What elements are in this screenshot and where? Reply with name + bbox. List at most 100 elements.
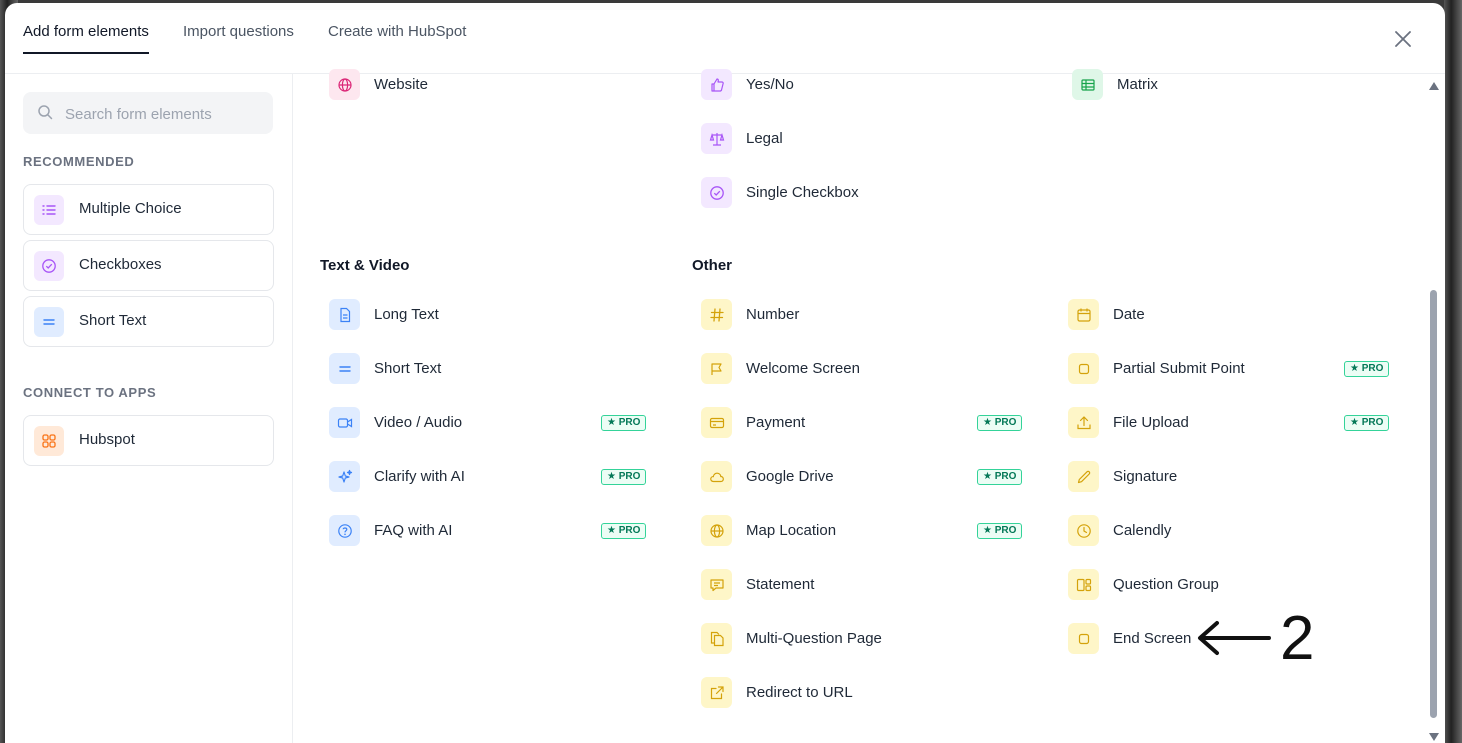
annotation-number: 2 bbox=[1280, 604, 1315, 673]
globe-icon bbox=[329, 69, 360, 100]
element-date[interactable]: Date bbox=[1068, 297, 1398, 333]
tab-add-form-elements[interactable]: Add form elements bbox=[23, 23, 149, 54]
element-label: Partial Submit Point bbox=[1113, 360, 1245, 377]
clock-icon bbox=[1068, 515, 1099, 546]
element-question-group[interactable]: Question Group bbox=[1068, 567, 1398, 603]
credit-card-icon bbox=[701, 407, 732, 438]
recommended-label: Checkboxes bbox=[79, 256, 162, 273]
pencil-icon bbox=[1068, 461, 1099, 492]
app-hubspot[interactable]: Hubspot bbox=[23, 415, 274, 466]
element-legal[interactable]: Legal bbox=[701, 121, 1031, 157]
element-file-upload[interactable]: File Upload ★ PRO bbox=[1068, 405, 1398, 441]
element-google-drive[interactable]: Google Drive ★ PRO bbox=[701, 459, 1031, 495]
element-map-location[interactable]: Map Location ★ PRO bbox=[701, 513, 1031, 549]
element-statement[interactable]: Statement bbox=[701, 567, 1031, 603]
element-number[interactable]: Number bbox=[701, 297, 1031, 333]
element-label: Multi-Question Page bbox=[746, 630, 882, 647]
element-calendly[interactable]: Calendly bbox=[1068, 513, 1398, 549]
pro-badge: ★ PRO bbox=[1344, 361, 1390, 377]
element-welcome-screen[interactable]: Welcome Screen bbox=[701, 351, 1031, 387]
speech-bubble-icon bbox=[701, 569, 732, 600]
recommended-short-text[interactable]: Short Text bbox=[23, 296, 274, 347]
hash-icon bbox=[701, 299, 732, 330]
element-label: Long Text bbox=[374, 306, 439, 323]
background-edge-right bbox=[1444, 0, 1462, 743]
element-website[interactable]: Website bbox=[329, 67, 649, 103]
element-label: Matrix bbox=[1117, 76, 1158, 93]
element-short-text[interactable]: Short Text bbox=[329, 351, 649, 387]
sparkles-icon bbox=[329, 461, 360, 492]
element-label: File Upload bbox=[1113, 414, 1189, 431]
square-icon bbox=[1068, 353, 1099, 384]
pro-badge: ★ PRO bbox=[601, 415, 647, 431]
pages-icon bbox=[701, 623, 732, 654]
group-title-other: Other bbox=[692, 257, 733, 274]
element-label: Redirect to URL bbox=[746, 684, 853, 701]
video-icon bbox=[329, 407, 360, 438]
element-yes-no[interactable]: Yes/No bbox=[701, 67, 1031, 103]
element-redirect-to-url[interactable]: Redirect to URL bbox=[701, 675, 1031, 711]
element-faq-with-ai[interactable]: FAQ with AI ★ PRO bbox=[329, 513, 649, 549]
annotation-arrow bbox=[1198, 621, 1271, 655]
search-box bbox=[23, 92, 273, 136]
element-label: Yes/No bbox=[746, 76, 794, 93]
list-icon bbox=[34, 195, 64, 225]
element-payment[interactable]: Payment ★ PRO bbox=[701, 405, 1031, 441]
sidebar: RECOMMENDED Multiple Choice Checkboxes S… bbox=[5, 74, 293, 743]
globe-icon bbox=[701, 515, 732, 546]
recommended-label: Short Text bbox=[79, 312, 147, 329]
check-circle-icon bbox=[34, 251, 64, 281]
thumbs-up-icon bbox=[701, 69, 732, 100]
element-long-text[interactable]: Long Text bbox=[329, 297, 649, 333]
close-icon[interactable] bbox=[1391, 27, 1415, 51]
element-matrix[interactable]: Matrix bbox=[1072, 67, 1402, 103]
upload-icon bbox=[1068, 407, 1099, 438]
element-label: Legal bbox=[746, 130, 783, 147]
pro-badge: ★ PRO bbox=[1344, 415, 1390, 431]
scrollbar[interactable] bbox=[1427, 74, 1440, 743]
element-signature[interactable]: Signature bbox=[1068, 459, 1398, 495]
element-label: Welcome Screen bbox=[746, 360, 860, 377]
group-title-text-video: Text & Video bbox=[320, 257, 410, 274]
element-label: Short Text bbox=[374, 360, 442, 377]
check-circle-icon bbox=[701, 177, 732, 208]
pro-badge: ★ PRO bbox=[977, 469, 1023, 485]
element-label: Map Location bbox=[746, 522, 837, 539]
external-link-icon bbox=[701, 677, 732, 708]
element-partial-submit-point[interactable]: Partial Submit Point ★ PRO bbox=[1068, 351, 1398, 387]
element-label: Google Drive bbox=[746, 468, 834, 485]
tab-bar: Add form elements Import questions Creat… bbox=[5, 3, 1445, 74]
group-icon bbox=[1068, 569, 1099, 600]
scrollbar-thumb[interactable] bbox=[1430, 290, 1437, 718]
element-label: Question Group bbox=[1113, 576, 1219, 593]
element-clarify-with-ai[interactable]: Clarify with AI ★ PRO bbox=[329, 459, 649, 495]
recommended-multiple-choice[interactable]: Multiple Choice bbox=[23, 184, 274, 235]
calendar-icon bbox=[1068, 299, 1099, 330]
element-label: Calendly bbox=[1113, 522, 1172, 539]
tab-import-questions[interactable]: Import questions bbox=[183, 23, 294, 52]
cloud-icon bbox=[701, 461, 732, 492]
recommended-label: Multiple Choice bbox=[79, 200, 182, 217]
element-label: Single Checkbox bbox=[746, 184, 859, 201]
app-label: Hubspot bbox=[79, 431, 135, 448]
table-icon bbox=[1072, 69, 1103, 100]
search-input[interactable] bbox=[63, 92, 267, 136]
document-icon bbox=[329, 299, 360, 330]
search-icon bbox=[37, 104, 53, 125]
scale-icon bbox=[701, 123, 732, 154]
element-label: Date bbox=[1113, 306, 1145, 323]
element-multi-question-page[interactable]: Multi-Question Page bbox=[701, 621, 1031, 657]
recommended-checkboxes[interactable]: Checkboxes bbox=[23, 240, 274, 291]
element-label: FAQ with AI bbox=[374, 522, 453, 539]
tab-create-with-hubspot[interactable]: Create with HubSpot bbox=[328, 23, 466, 52]
element-label: End Screen bbox=[1113, 630, 1192, 647]
recommended-heading: RECOMMENDED bbox=[23, 154, 135, 169]
element-label: Number bbox=[746, 306, 800, 323]
scroll-down-arrow[interactable] bbox=[1429, 733, 1439, 741]
short-text-icon bbox=[329, 353, 360, 384]
element-single-checkbox[interactable]: Single Checkbox bbox=[701, 175, 1031, 211]
element-video-audio[interactable]: Video / Audio ★ PRO bbox=[329, 405, 649, 441]
scroll-up-arrow[interactable] bbox=[1429, 82, 1439, 90]
element-label: Signature bbox=[1113, 468, 1178, 485]
pro-badge: ★ PRO bbox=[601, 523, 647, 539]
